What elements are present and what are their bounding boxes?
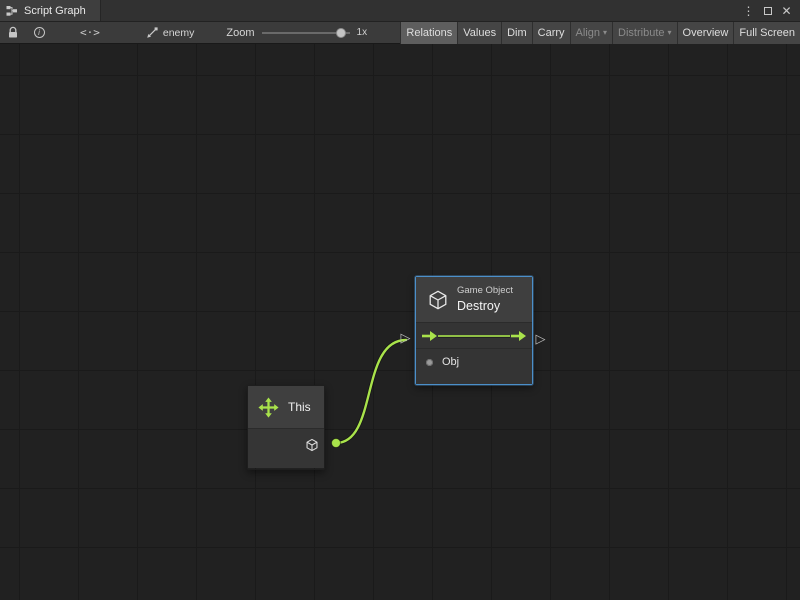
connection-layer xyxy=(0,44,800,600)
node-this-header: This xyxy=(248,386,324,429)
cube-icon xyxy=(427,289,449,311)
graph-pointer-label: enemy xyxy=(163,27,195,39)
zoom-label: Zoom xyxy=(226,27,254,39)
window-tab-bar: Script Graph ⋮ ✕ xyxy=(0,0,800,22)
node-destroy-header: Game Object Destroy xyxy=(416,277,532,323)
graph-icon xyxy=(6,0,18,22)
move-arrows-icon xyxy=(258,397,279,418)
node-this-title: This xyxy=(288,400,311,414)
toolbar-button-distribute[interactable]: Distribute ▾ xyxy=(612,22,676,44)
node-destroy-titles: Game Object Destroy xyxy=(457,285,513,314)
tab-title: Script Graph xyxy=(24,5,86,17)
zoom-value: 1x xyxy=(357,27,368,38)
connection-wire[interactable] xyxy=(336,340,406,443)
graph-pointer-icon xyxy=(146,27,158,39)
obj-input-label: Obj xyxy=(442,356,459,368)
maximize-button[interactable] xyxy=(759,2,776,19)
flow-arrow-icon xyxy=(422,330,437,341)
node-destroy-title: Destroy xyxy=(457,298,513,314)
control-output-port-triangle[interactable]: ▷ xyxy=(534,332,547,345)
toolbar-button-dim[interactable]: Dim xyxy=(501,22,532,44)
node-this[interactable]: This xyxy=(247,385,325,470)
maximize-icon xyxy=(764,7,772,15)
toolbar-button-group: Relations Values Dim Carry Align ▾ Distr… xyxy=(400,22,800,44)
dropdown-arrow-icon: ▾ xyxy=(668,28,672,37)
toolbar-button-fullscreen[interactable]: Full Screen xyxy=(733,22,800,44)
close-button[interactable]: ✕ xyxy=(778,2,795,19)
unity-script-graph-window: Script Graph ⋮ ✕ i <·> xyxy=(0,0,800,600)
info-icon[interactable]: i xyxy=(32,22,46,44)
node-this-body xyxy=(248,429,324,468)
cube-icon xyxy=(305,438,319,452)
lock-icon[interactable] xyxy=(6,22,20,44)
node-destroy-obj-row: Obj xyxy=(416,349,532,375)
node-destroy-footer xyxy=(416,375,532,384)
window-controls: ⋮ ✕ xyxy=(740,0,800,21)
dropdown-arrow-icon: ▾ xyxy=(603,28,607,37)
window-menu-button[interactable]: ⋮ xyxy=(740,2,757,19)
flow-arrow-icon xyxy=(511,330,526,341)
zoom-slider-handle[interactable] xyxy=(336,28,346,38)
flow-input-port[interactable] xyxy=(422,330,437,341)
toolbar-button-overview[interactable]: Overview xyxy=(677,22,734,44)
connection-wire-shadow xyxy=(336,340,406,443)
tab-script-graph[interactable]: Script Graph xyxy=(0,0,101,21)
control-input-port-triangle[interactable]: ▷ xyxy=(399,331,412,344)
graph-breadcrumb[interactable]: enemy xyxy=(146,27,195,39)
zoom-slider[interactable] xyxy=(262,22,350,44)
angle-brackets-icon[interactable]: <·> xyxy=(80,26,100,39)
node-destroy-flow-row xyxy=(416,323,532,349)
graph-toolbar: i <·> enemy Zoom 1x Relations Values Dim… xyxy=(0,22,800,44)
gameobject-output-port[interactable] xyxy=(305,438,319,457)
node-destroy[interactable]: Game Object Destroy xyxy=(415,276,533,385)
flow-output-port[interactable] xyxy=(511,330,526,341)
toolbar-button-align[interactable]: Align ▾ xyxy=(570,22,612,44)
toolbar-button-values[interactable]: Values xyxy=(457,22,501,44)
tab-bar-spacer xyxy=(101,0,740,21)
graph-canvas[interactable]: This Game Object Dest xyxy=(0,44,800,600)
obj-input-port[interactable] xyxy=(426,359,433,366)
this-output-port-dot[interactable] xyxy=(332,439,341,448)
relation-line xyxy=(438,335,510,337)
toolbar-button-relations[interactable]: Relations xyxy=(400,22,457,44)
toolbar-button-carry[interactable]: Carry xyxy=(532,22,570,44)
node-destroy-category: Game Object xyxy=(457,285,513,297)
